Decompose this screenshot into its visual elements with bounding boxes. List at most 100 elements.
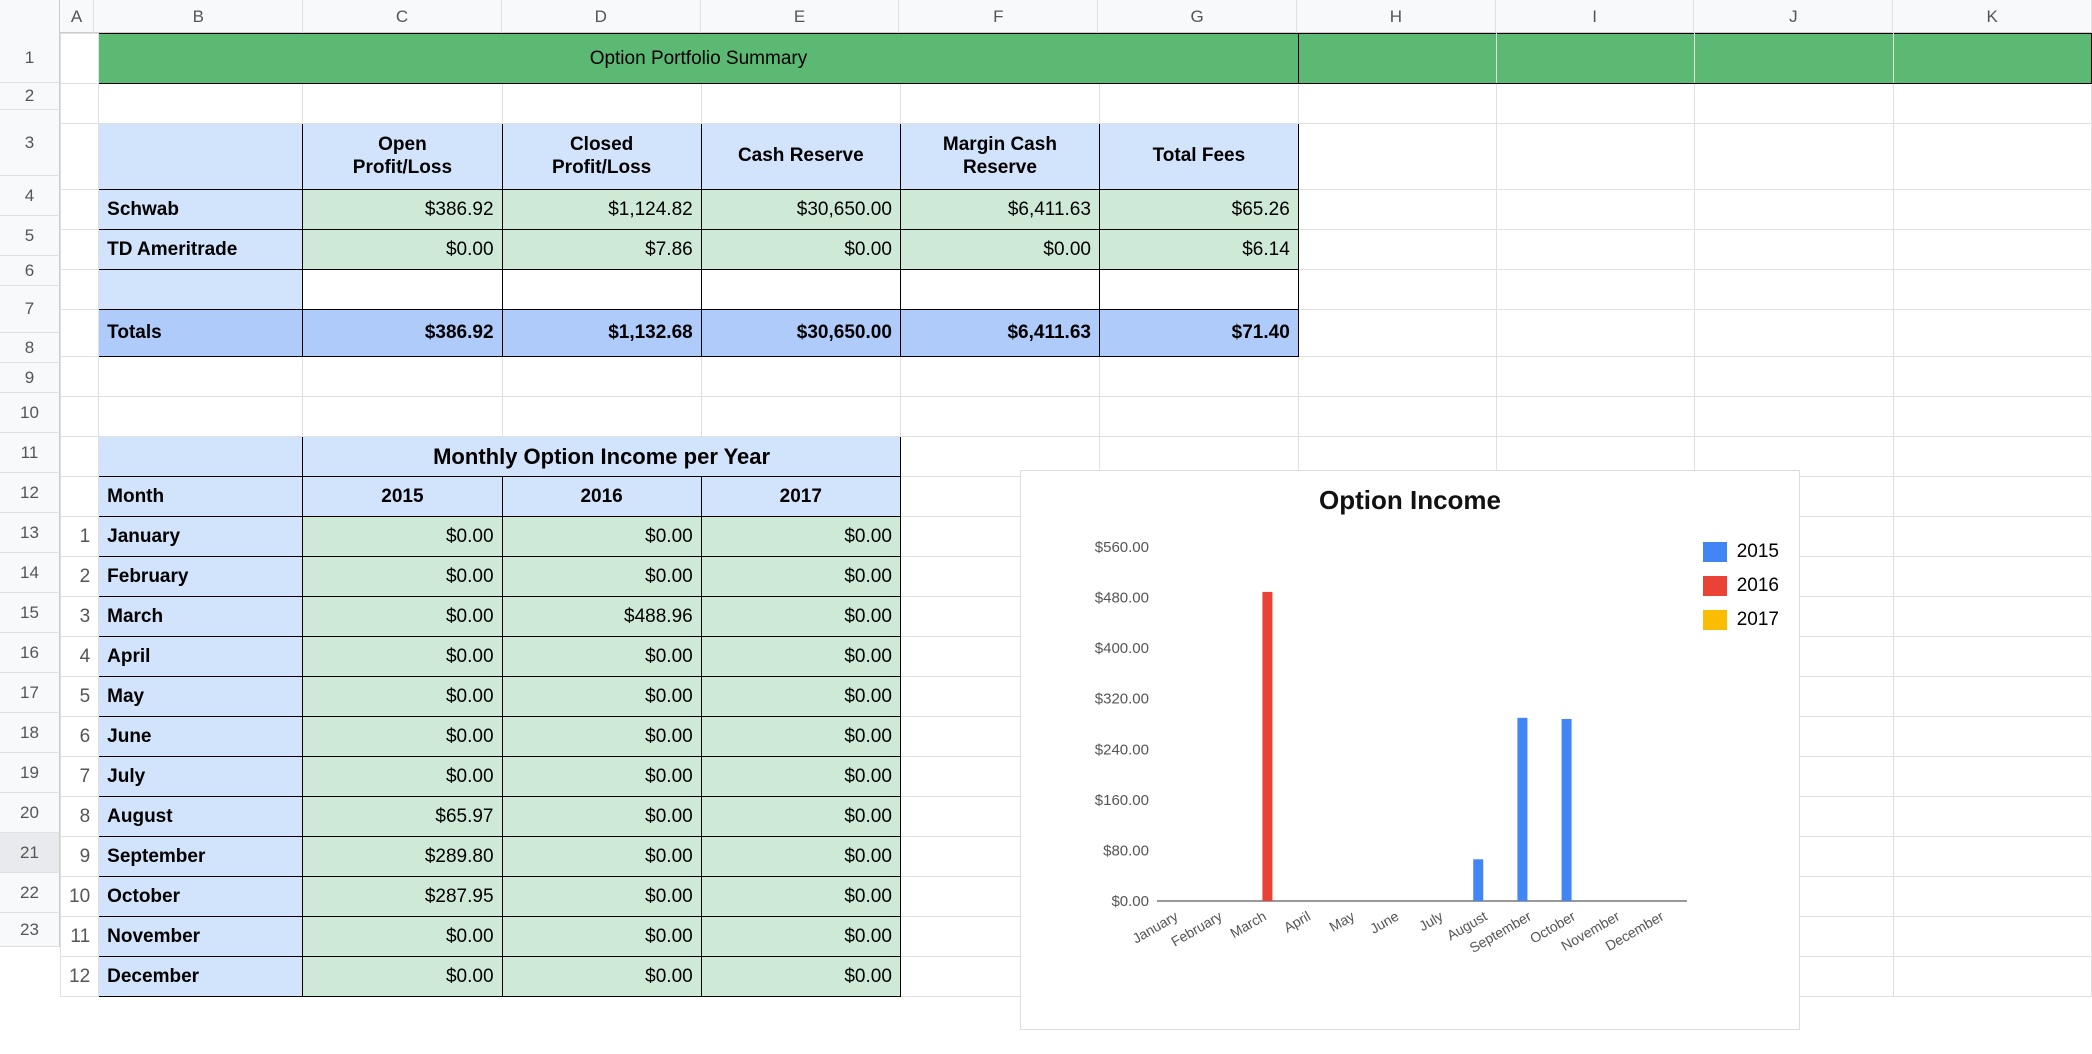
row-header-5[interactable]: 5 bbox=[0, 216, 60, 256]
row-header-17[interactable]: 17 bbox=[0, 673, 60, 713]
val-march-2015[interactable]: $0.00 bbox=[303, 597, 502, 637]
select-all-corner[interactable] bbox=[0, 0, 60, 33]
val-november-2016[interactable]: $0.00 bbox=[502, 917, 701, 957]
month-august[interactable]: August bbox=[99, 797, 303, 837]
summary-hdr-2[interactable]: Cash Reserve bbox=[701, 124, 900, 190]
row-header-12[interactable]: 12 bbox=[0, 473, 60, 513]
val-july-2015[interactable]: $0.00 bbox=[303, 757, 502, 797]
summary-row-td[interactable]: TD Ameritrade bbox=[99, 230, 303, 270]
month-september[interactable]: September bbox=[99, 837, 303, 877]
col-header-D[interactable]: D bbox=[502, 0, 701, 33]
val-april-2017[interactable]: $0.00 bbox=[701, 637, 900, 677]
val-may-2017[interactable]: $0.00 bbox=[701, 677, 900, 717]
row-header-7[interactable]: 7 bbox=[0, 286, 60, 333]
val-march-2016[interactable]: $488.96 bbox=[502, 597, 701, 637]
row-index-19[interactable]: 8 bbox=[61, 797, 99, 837]
month-may[interactable]: May bbox=[99, 677, 303, 717]
row-header-23[interactable]: 23 bbox=[0, 913, 60, 947]
summary-hdr-0[interactable]: OpenProfit/Loss bbox=[303, 124, 502, 190]
year-2016[interactable]: 2016 bbox=[502, 477, 701, 517]
row-header-6[interactable]: 6 bbox=[0, 256, 60, 286]
row-index-22[interactable]: 11 bbox=[61, 917, 99, 957]
row-header-15[interactable]: 15 bbox=[0, 593, 60, 633]
summary-row-schwab[interactable]: Schwab bbox=[99, 190, 303, 230]
val-october-2016[interactable]: $0.00 bbox=[502, 877, 701, 917]
val-august-2017[interactable]: $0.00 bbox=[701, 797, 900, 837]
row-header-3[interactable]: 3 bbox=[0, 110, 60, 176]
year-2015[interactable]: 2015 bbox=[303, 477, 502, 517]
col-header-I[interactable]: I bbox=[1496, 0, 1695, 33]
row-index-16[interactable]: 5 bbox=[61, 677, 99, 717]
val-february-2015[interactable]: $0.00 bbox=[303, 557, 502, 597]
row-index-15[interactable]: 4 bbox=[61, 637, 99, 677]
row-header-19[interactable]: 19 bbox=[0, 753, 60, 793]
val-april-2016[interactable]: $0.00 bbox=[502, 637, 701, 677]
col-header-B[interactable]: B bbox=[94, 0, 303, 33]
row-header-1[interactable]: 1 bbox=[0, 33, 60, 83]
val-january-2016[interactable]: $0.00 bbox=[502, 517, 701, 557]
chart-option-income[interactable]: Option Income 2015 2016 2017 $0.00$80.00… bbox=[1020, 470, 1800, 1030]
month-january[interactable]: January bbox=[99, 517, 303, 557]
val-february-2017[interactable]: $0.00 bbox=[701, 557, 900, 597]
val-december-2016[interactable]: $0.00 bbox=[502, 957, 701, 997]
month-july[interactable]: July bbox=[99, 757, 303, 797]
summary-totals-label[interactable]: Totals bbox=[99, 310, 303, 357]
month-june[interactable]: June bbox=[99, 717, 303, 757]
val-july-2016[interactable]: $0.00 bbox=[502, 757, 701, 797]
monthly-title[interactable]: Monthly Option Income per Year bbox=[303, 437, 901, 477]
row-header-18[interactable]: 18 bbox=[0, 713, 60, 753]
row-index-23[interactable]: 12 bbox=[61, 957, 99, 997]
summary-corner[interactable] bbox=[99, 124, 303, 190]
val-november-2015[interactable]: $0.00 bbox=[303, 917, 502, 957]
title-cell[interactable]: Option Portfolio Summary bbox=[99, 34, 1299, 84]
val-july-2017[interactable]: $0.00 bbox=[701, 757, 900, 797]
val-june-2015[interactable]: $0.00 bbox=[303, 717, 502, 757]
summary-hdr-4[interactable]: Total Fees bbox=[1099, 124, 1298, 190]
val-november-2017[interactable]: $0.00 bbox=[701, 917, 900, 957]
row-index-20[interactable]: 9 bbox=[61, 837, 99, 877]
val-may-2016[interactable]: $0.00 bbox=[502, 677, 701, 717]
row-header-22[interactable]: 22 bbox=[0, 873, 60, 913]
row-index-13[interactable]: 2 bbox=[61, 557, 99, 597]
row-header-11[interactable]: 11 bbox=[0, 433, 60, 473]
row-index-14[interactable]: 3 bbox=[61, 597, 99, 637]
row-header-9[interactable]: 9 bbox=[0, 363, 60, 393]
month-march[interactable]: March bbox=[99, 597, 303, 637]
row-header-14[interactable]: 14 bbox=[0, 553, 60, 593]
val-april-2015[interactable]: $0.00 bbox=[303, 637, 502, 677]
row-header-20[interactable]: 20 bbox=[0, 793, 60, 833]
row-header-2[interactable]: 2 bbox=[0, 83, 60, 110]
year-2017[interactable]: 2017 bbox=[701, 477, 900, 517]
row-header-8[interactable]: 8 bbox=[0, 333, 60, 363]
val-june-2017[interactable]: $0.00 bbox=[701, 717, 900, 757]
col-header-K[interactable]: K bbox=[1893, 0, 2092, 33]
summary-hdr-3[interactable]: Margin CashReserve bbox=[900, 124, 1099, 190]
cell-K1[interactable] bbox=[1893, 34, 2091, 84]
row-index-12[interactable]: 1 bbox=[61, 517, 99, 557]
col-header-A[interactable]: A bbox=[60, 0, 95, 33]
row-header-4[interactable]: 4 bbox=[0, 176, 60, 216]
val-september-2017[interactable]: $0.00 bbox=[701, 837, 900, 877]
val-september-2015[interactable]: $289.80 bbox=[303, 837, 502, 877]
row-header-21[interactable]: 21 bbox=[0, 833, 60, 873]
month-header[interactable]: Month bbox=[99, 477, 303, 517]
val-march-2017[interactable]: $0.00 bbox=[701, 597, 900, 637]
summary-hdr-1[interactable]: ClosedProfit/Loss bbox=[502, 124, 701, 190]
val-may-2015[interactable]: $0.00 bbox=[303, 677, 502, 717]
month-november[interactable]: November bbox=[99, 917, 303, 957]
val-january-2017[interactable]: $0.00 bbox=[701, 517, 900, 557]
row-header-16[interactable]: 16 bbox=[0, 633, 60, 673]
row-index-21[interactable]: 10 bbox=[61, 877, 99, 917]
cell-I1[interactable] bbox=[1497, 34, 1695, 84]
row-header-10[interactable]: 10 bbox=[0, 393, 60, 433]
col-header-C[interactable]: C bbox=[303, 0, 502, 33]
val-october-2017[interactable]: $0.00 bbox=[701, 877, 900, 917]
col-header-E[interactable]: E bbox=[701, 0, 900, 33]
col-header-J[interactable]: J bbox=[1694, 0, 1893, 33]
cell-A1[interactable] bbox=[61, 34, 99, 84]
val-august-2016[interactable]: $0.00 bbox=[502, 797, 701, 837]
cell-H1[interactable] bbox=[1298, 34, 1496, 84]
row-index-18[interactable]: 7 bbox=[61, 757, 99, 797]
val-december-2017[interactable]: $0.00 bbox=[701, 957, 900, 997]
month-october[interactable]: October bbox=[99, 877, 303, 917]
